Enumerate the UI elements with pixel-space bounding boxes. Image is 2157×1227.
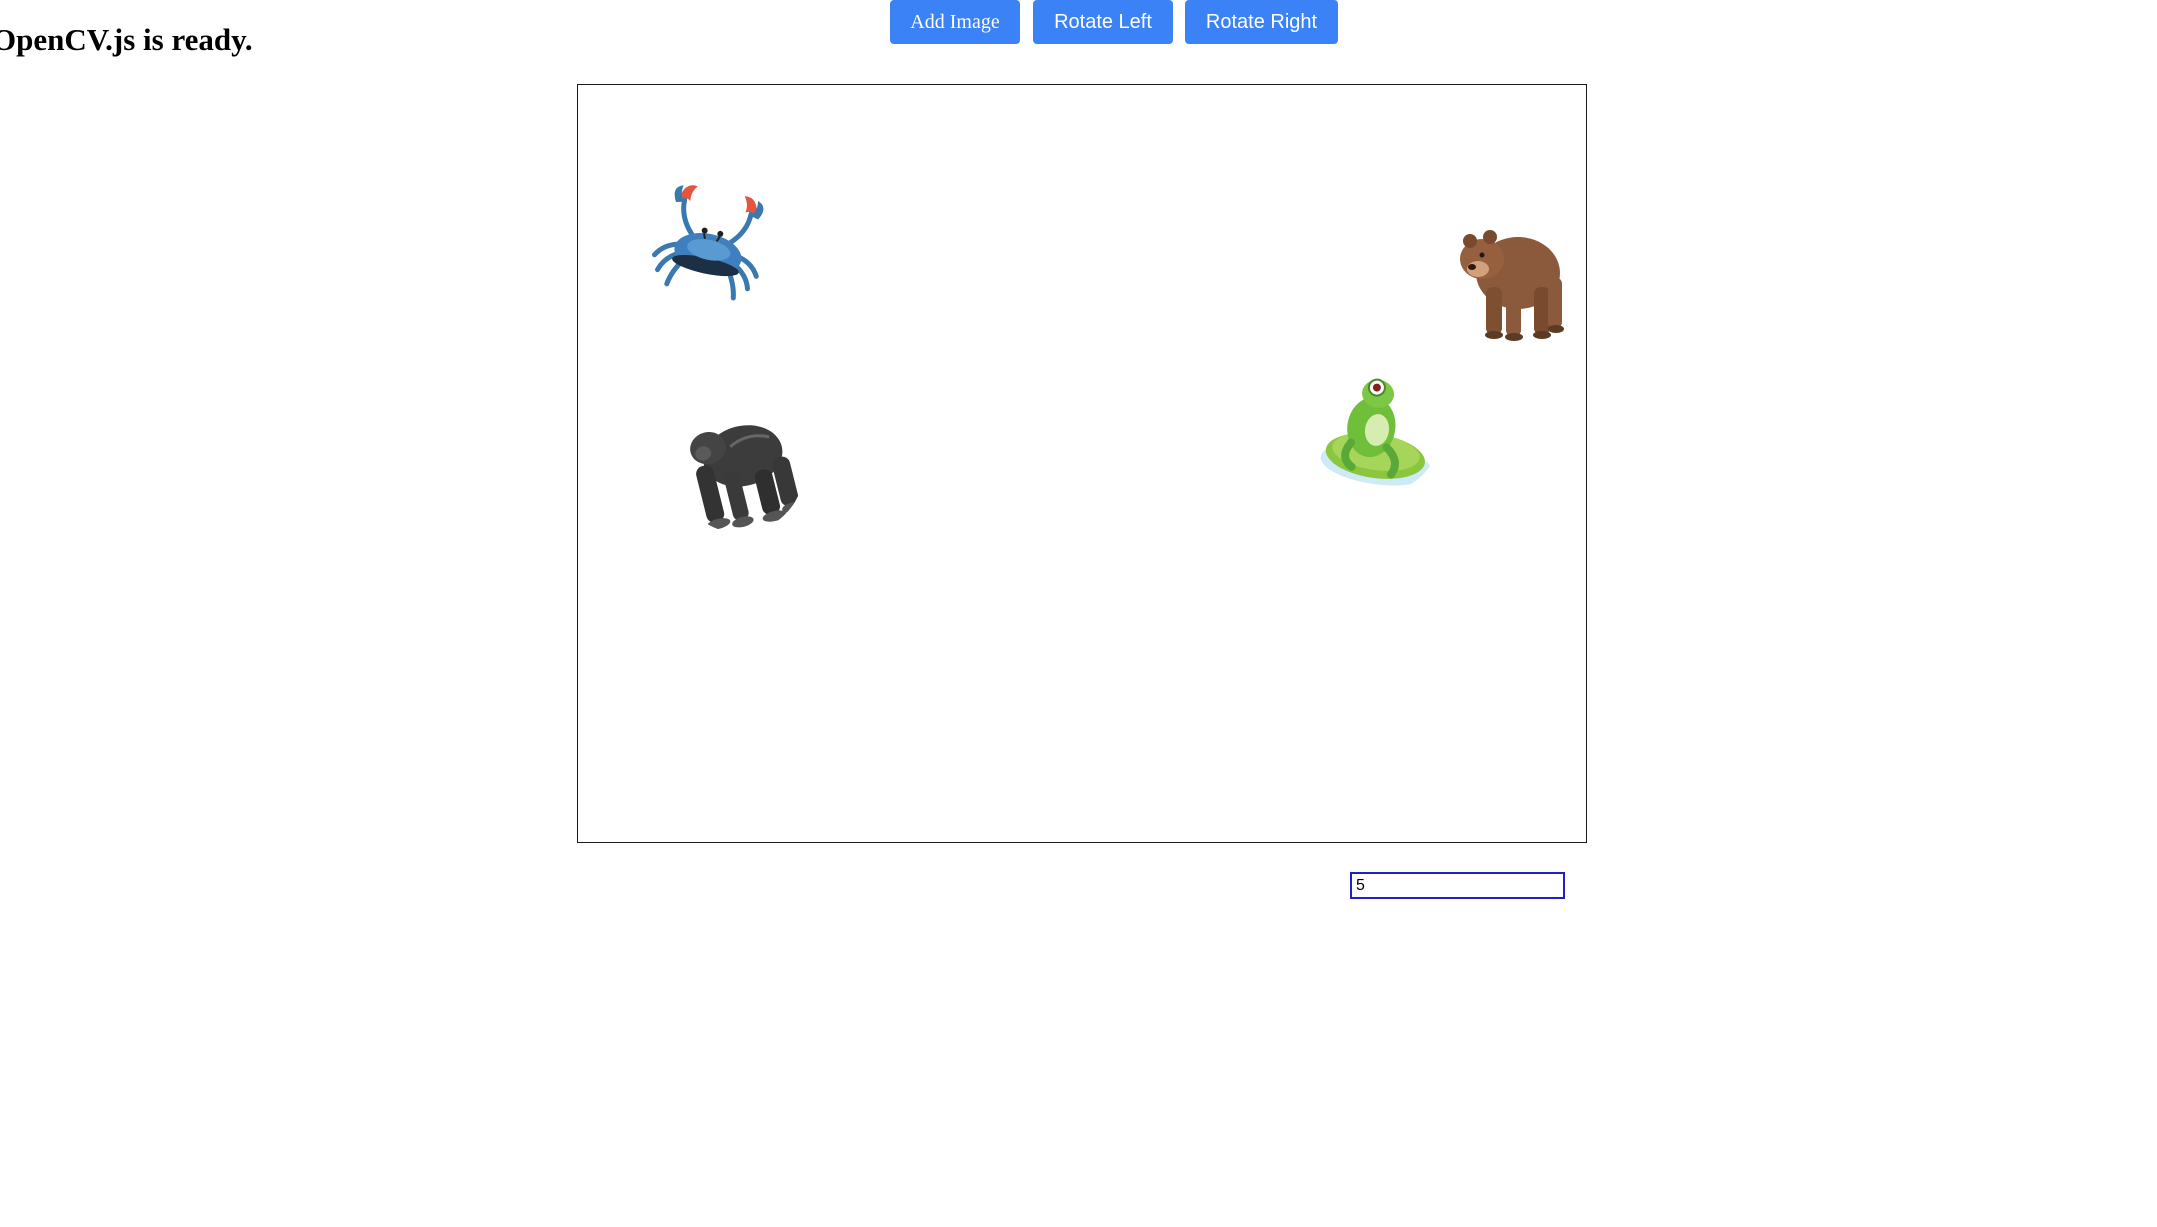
- gorilla-icon: [662, 391, 818, 547]
- bear-image[interactable]: [1456, 217, 1568, 341]
- frog-icon: [1304, 357, 1450, 503]
- rotate-left-button[interactable]: Rotate Left: [1033, 0, 1173, 44]
- frog-image[interactable]: [1304, 357, 1450, 503]
- crab-icon: [634, 168, 786, 320]
- crab-image[interactable]: [634, 168, 786, 320]
- gorilla-image[interactable]: [662, 391, 818, 547]
- rotate-right-button[interactable]: Rotate Right: [1185, 0, 1338, 44]
- rotation-angle-input[interactable]: [1350, 872, 1565, 899]
- image-canvas[interactable]: [577, 84, 1587, 843]
- add-image-button[interactable]: Add Image: [890, 0, 1020, 44]
- bear-icon: [1460, 230, 1564, 341]
- status-message: OpenCV.js is ready.: [0, 22, 253, 57]
